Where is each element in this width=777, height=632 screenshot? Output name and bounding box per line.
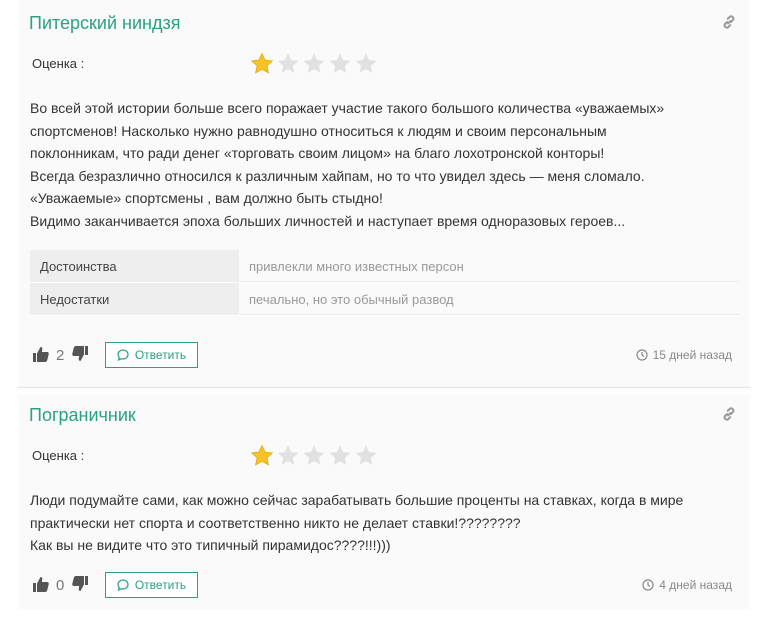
pros-cons-table: Достоинства привлекли много известных пе… xyxy=(30,250,739,316)
likes-count: 0 xyxy=(56,577,65,594)
star-icon xyxy=(329,53,351,73)
star-icon xyxy=(329,445,351,465)
star-icon xyxy=(250,444,274,466)
review-text-line: Видимо заканчивается эпоха больших лично… xyxy=(30,212,626,229)
star-icon xyxy=(277,53,299,73)
review-text-line: Во всей этой истории больше всего поража… xyxy=(30,100,665,116)
rating-stars xyxy=(250,52,378,74)
comments-icon xyxy=(117,579,129,591)
review-text: Люди подумайте сами, как можно сейчас за… xyxy=(30,489,730,557)
rating-label: Оценка : xyxy=(32,448,85,463)
clock-icon xyxy=(636,349,648,361)
cons-value: печально, но это обычный развод xyxy=(239,283,739,315)
thumbs-down-icon[interactable] xyxy=(71,345,89,363)
reply-label: Ответить xyxy=(134,578,187,592)
star-icon xyxy=(277,445,299,465)
review-text-line: практически нет спорта и соответственно … xyxy=(30,514,521,531)
cons-label: Недостатки xyxy=(30,283,239,315)
link-icon[interactable] xyxy=(721,406,737,422)
review-card: Питерский ниндзя Оценка : Во всей этой и… xyxy=(18,0,750,388)
review-author[interactable]: Питерский ниндзя xyxy=(29,13,180,34)
star-icon xyxy=(355,445,377,465)
reply-button[interactable]: Ответить xyxy=(105,342,198,368)
thumbs-up-icon[interactable] xyxy=(32,345,50,363)
reply-button[interactable]: Ответить xyxy=(105,572,198,598)
star-icon xyxy=(303,445,325,465)
thumbs-down-icon[interactable] xyxy=(71,575,89,593)
likes-count: 2 xyxy=(56,347,65,364)
review-text: Во всей этой истории больше всего поража… xyxy=(30,97,730,232)
review-author[interactable]: Пограничник xyxy=(29,405,136,426)
review-card: Пограничник Оценка : Люди подумайте сами… xyxy=(18,395,750,609)
rating-label: Оценка : xyxy=(32,56,85,71)
reply-label: Ответить xyxy=(134,348,187,362)
review-actions: 0 Ответить 4 дней назад xyxy=(32,572,732,598)
review-text-line: Как вы не видите что это типичный пирами… xyxy=(30,537,391,553)
review-time: 4 дней назад xyxy=(642,578,732,592)
review-text-line: спортсменов! Насколько нужно равнодушно … xyxy=(30,122,607,139)
star-icon xyxy=(250,52,274,74)
time-label: 4 дней назад xyxy=(659,578,732,592)
pros-value: привлекли много известных персон xyxy=(239,250,739,282)
review-actions: 2 Ответить 15 дней назад xyxy=(32,342,732,368)
star-icon xyxy=(303,53,325,73)
review-text-line: поклонникам, что ради денег «торговать с… xyxy=(30,145,605,161)
comments-icon xyxy=(117,349,129,361)
clock-icon xyxy=(642,579,654,591)
time-label: 15 дней назад xyxy=(652,348,732,362)
pros-label: Достоинства xyxy=(30,250,239,282)
star-icon xyxy=(355,53,377,73)
rating-row: Оценка : xyxy=(32,52,392,74)
review-text-line: «Уважаемые» спортсмены , вам должно быть… xyxy=(30,190,383,206)
thumbs-up-icon[interactable] xyxy=(32,575,50,593)
link-icon[interactable] xyxy=(721,14,737,30)
cons-row: Недостатки печально, но это обычный разв… xyxy=(30,283,739,316)
pros-row: Достоинства привлекли много известных пе… xyxy=(30,250,739,283)
rating-row: Оценка : xyxy=(32,444,392,466)
review-time: 15 дней назад xyxy=(636,348,732,362)
rating-stars xyxy=(250,444,378,466)
review-text-line: Люди подумайте сами, как можно сейчас за… xyxy=(30,492,684,508)
review-text-line: Всегда безразлично относился к различным… xyxy=(30,167,645,184)
